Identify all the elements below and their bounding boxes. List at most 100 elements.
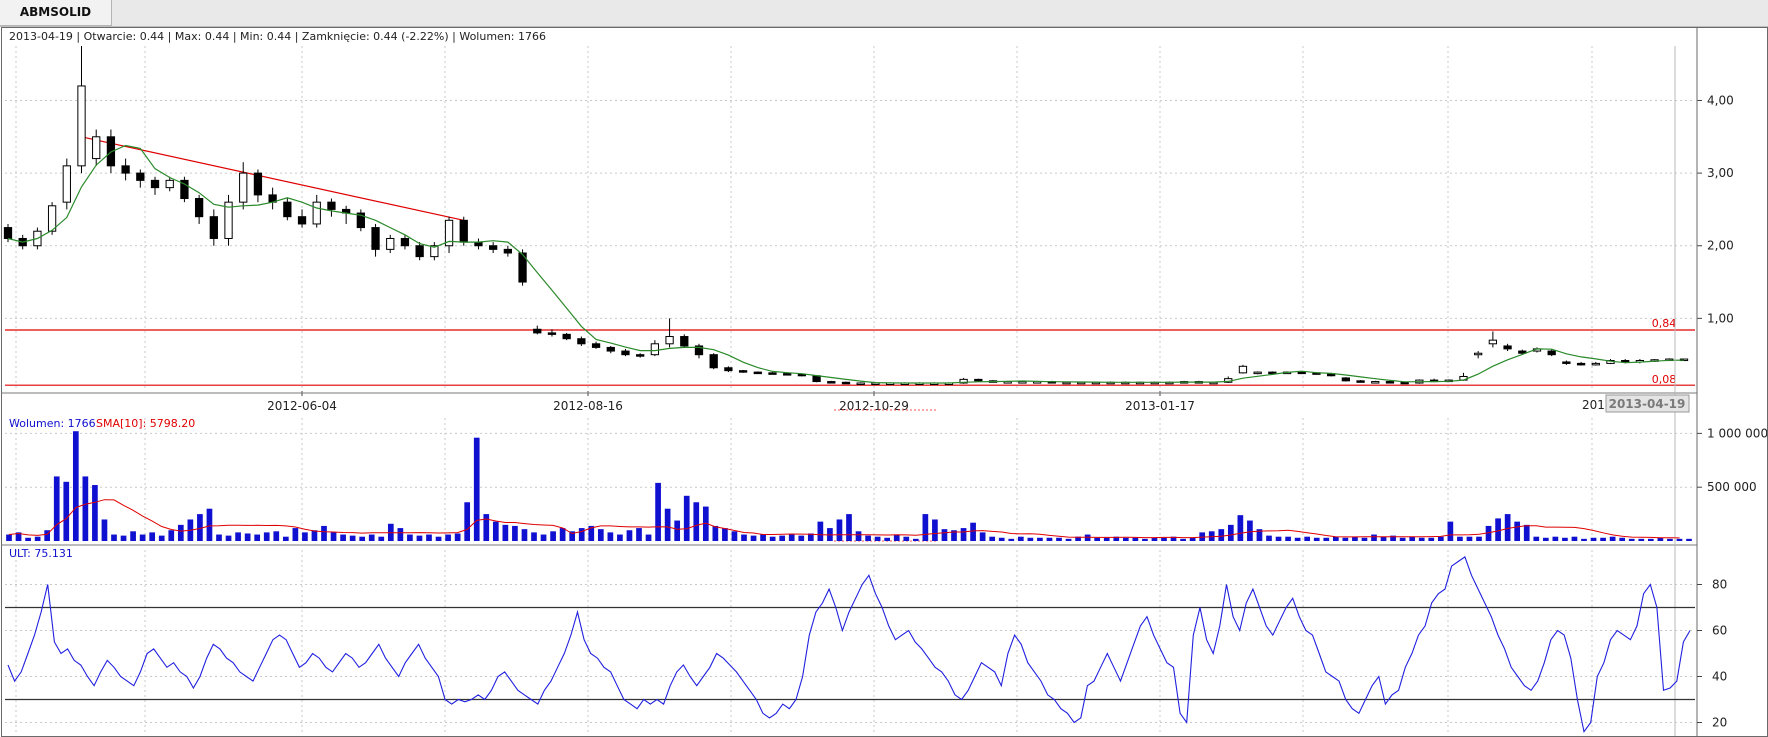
volume-bar	[302, 532, 308, 541]
volume-bar	[1332, 536, 1339, 541]
candle-body	[1253, 371, 1262, 375]
candle-body	[650, 343, 660, 356]
volume-bar	[846, 514, 852, 541]
volume-bar	[1037, 537, 1043, 541]
candle-body	[415, 245, 424, 258]
volume-bar	[397, 528, 404, 541]
candle-body	[1621, 359, 1630, 363]
volume-bar	[1008, 538, 1015, 541]
volume-bar	[578, 528, 585, 541]
volume-bar	[1371, 534, 1377, 541]
volume-bar	[874, 536, 881, 541]
date-marker: 2013-04-19	[1609, 397, 1686, 411]
volume-bar	[559, 528, 566, 541]
candle-body	[1503, 345, 1512, 350]
tab-bar: ABMSOLID	[0, 0, 1768, 27]
volume-bar	[273, 531, 280, 541]
volume-bar	[1552, 536, 1559, 541]
volume-bar	[1504, 514, 1511, 541]
volume-bar	[1304, 536, 1311, 541]
volume-bar	[645, 534, 652, 541]
x-tick-label: 2012-08-16	[553, 399, 623, 413]
candle-body	[489, 245, 498, 250]
volume-bar	[1103, 537, 1110, 541]
volume-bar	[149, 532, 156, 541]
volume-bar	[1094, 537, 1101, 541]
x-tick-label: 2012-06-04	[267, 399, 337, 413]
chart-canvas[interactable]: 1,002,003,004,00 2012-06-04 2012-08-16 201…	[2, 28, 1767, 736]
volume-bar	[1046, 537, 1053, 541]
volume-bar	[922, 514, 929, 541]
volume-bar	[340, 534, 346, 541]
volume-bar	[1628, 538, 1635, 541]
candle-body	[121, 165, 130, 174]
volume-bar	[92, 485, 98, 541]
candle-body	[312, 201, 321, 225]
volume-bar	[1619, 537, 1626, 541]
volume-bar	[760, 534, 766, 541]
price-y-tick-label: 2,00	[1707, 239, 1734, 253]
candle-body	[503, 248, 513, 254]
candle-body	[165, 179, 174, 189]
x-tick-label: 2012-10-29	[839, 399, 909, 413]
volume-bar	[521, 529, 528, 541]
volume-bar	[168, 530, 175, 541]
candle-body	[1547, 350, 1556, 356]
candle-body	[1591, 362, 1600, 366]
volume-bar	[1533, 536, 1540, 541]
volume-bar	[101, 519, 108, 541]
volume-bar	[177, 524, 184, 541]
volume-bar	[960, 528, 967, 541]
volume-bar	[311, 530, 318, 541]
volume-bar	[1247, 520, 1253, 541]
candle-body	[753, 371, 762, 375]
volume-bar	[750, 535, 757, 541]
volume-bar	[512, 525, 518, 541]
volume-bar	[483, 514, 490, 541]
volume-bar	[139, 534, 146, 541]
volume-bar	[1418, 537, 1425, 541]
volume-bar	[1437, 536, 1444, 541]
ohlc-info-line: 2013-04-19 | Otwarcie: 0.44 | Max: 0.44 …	[9, 30, 546, 43]
candle-body	[974, 378, 983, 382]
candle-body	[400, 237, 410, 247]
volume-bar	[636, 528, 642, 541]
volume-bar	[1056, 537, 1062, 541]
volume-bar	[1313, 537, 1320, 541]
candle-body	[841, 381, 851, 385]
candle-body	[1562, 361, 1571, 364]
volume-bar	[216, 534, 222, 541]
volume-bar	[473, 437, 480, 541]
candle-body	[327, 201, 336, 210]
volume-bar	[664, 508, 671, 541]
volume-bar	[1590, 537, 1597, 541]
volume-bar	[378, 536, 385, 541]
volume-bar	[903, 536, 910, 541]
volume-bar	[1562, 537, 1568, 541]
volume-bar	[1266, 535, 1272, 541]
volume-bar	[1495, 518, 1501, 541]
candle-body	[209, 216, 218, 239]
volume-bar	[158, 535, 165, 541]
volume-panel: 500 000 1 000 000 Wolumen: 1766 SMA[10]: …	[5, 417, 1767, 541]
volume-bar	[1122, 537, 1129, 541]
volume-y-tick-label: 500 000	[1707, 480, 1757, 494]
volume-bar	[63, 481, 70, 541]
volume-bar	[865, 535, 871, 541]
volume-bar	[979, 532, 986, 541]
hline-label-upper: 0,84	[1652, 317, 1677, 330]
volume-bar	[1667, 538, 1673, 541]
volume-bar	[741, 534, 747, 541]
ult-y-tick-label: 20	[1712, 716, 1727, 730]
candle-body	[239, 172, 248, 203]
candle-body	[768, 372, 777, 375]
candle-body	[547, 332, 557, 335]
volume-bar	[53, 476, 60, 541]
tab-abmsolid[interactable]: ABMSOLID	[0, 0, 112, 26]
volume-bar	[1342, 537, 1349, 541]
volume-bar	[464, 502, 471, 541]
volume-bar	[6, 534, 12, 541]
volume-bar	[693, 502, 700, 541]
candle-body	[1341, 377, 1351, 382]
volume-bar	[779, 535, 786, 541]
